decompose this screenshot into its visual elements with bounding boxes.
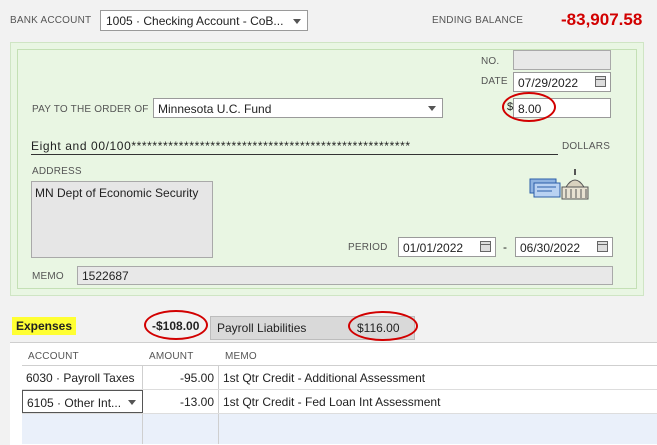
capitol-building-icon bbox=[528, 165, 592, 203]
calendar-icon[interactable] bbox=[597, 241, 608, 252]
row-amount[interactable]: -13.00 bbox=[143, 390, 219, 413]
row-account-value: 6105 · Other Int... bbox=[27, 396, 122, 410]
period-from-field[interactable]: 01/01/2022 bbox=[398, 237, 496, 257]
bank-account-select[interactable]: 1005 · Checking Account - CoB... bbox=[100, 10, 308, 31]
dropdown-caret-icon bbox=[428, 106, 436, 111]
payee-value: Minnesota U.C. Fund bbox=[158, 102, 272, 116]
row-memo[interactable]: 1st Qtr Credit - Additional Assessment bbox=[219, 366, 657, 389]
tab-expenses[interactable]: Expenses -$108.00 bbox=[10, 314, 210, 340]
row-account[interactable]: 6105 · Other Int... bbox=[22, 390, 143, 413]
amount-field[interactable]: 8.00 bbox=[513, 98, 611, 118]
period-to-value: 06/30/2022 bbox=[520, 241, 581, 255]
empty-table-row[interactable] bbox=[22, 414, 657, 444]
tab-expenses-label: Expenses bbox=[12, 317, 77, 335]
table-header: ACCOUNT AMOUNT MEMO bbox=[22, 343, 657, 366]
header-memo[interactable]: MEMO bbox=[225, 351, 257, 362]
calendar-icon[interactable] bbox=[595, 76, 606, 87]
column-divider bbox=[218, 414, 219, 444]
bank-account-value: 1005 · Checking Account - CoB... bbox=[106, 14, 284, 28]
address-label: ADDRESS bbox=[32, 166, 82, 177]
period-label: PERIOD bbox=[348, 242, 388, 253]
payee-select[interactable]: Minnesota U.C. Fund bbox=[153, 98, 443, 118]
memo-field[interactable]: 1522687 bbox=[77, 266, 613, 285]
header-amount[interactable]: AMOUNT bbox=[149, 351, 194, 362]
check-no-field[interactable] bbox=[513, 50, 611, 70]
dropdown-caret-icon bbox=[293, 18, 301, 24]
row-amount[interactable]: -95.00 bbox=[143, 366, 219, 389]
row-account[interactable]: 6030 · Payroll Taxes bbox=[22, 366, 143, 389]
tab-payroll-label: Payroll Liabilities bbox=[217, 321, 307, 335]
memo-value: 1522687 bbox=[82, 269, 129, 283]
ending-balance-label: ENDING BALANCE bbox=[432, 15, 524, 26]
dollars-label: DOLLARS bbox=[562, 141, 611, 152]
written-amount-line bbox=[31, 154, 558, 155]
tab-expenses-amount: -$108.00 bbox=[152, 319, 200, 333]
calendar-icon[interactable] bbox=[480, 241, 491, 252]
dropdown-caret-icon[interactable] bbox=[128, 399, 136, 405]
row-memo[interactable]: 1st Qtr Credit - Fed Loan Int Assessment bbox=[219, 390, 657, 413]
check-no-label: NO. bbox=[481, 56, 500, 67]
pay-to-label: PAY TO THE ORDER OF bbox=[32, 104, 149, 115]
written-amount: Eight and 00/100************************… bbox=[31, 139, 411, 153]
address-value: MN Dept of Economic Security bbox=[35, 186, 199, 200]
amount-value: 8.00 bbox=[518, 102, 542, 116]
period-to-field[interactable]: 06/30/2022 bbox=[515, 237, 613, 257]
memo-label: MEMO bbox=[32, 271, 64, 282]
date-field[interactable]: 07/29/2022 bbox=[513, 72, 611, 92]
date-value: 07/29/2022 bbox=[518, 76, 579, 90]
column-divider bbox=[142, 414, 143, 444]
table-row[interactable]: 6030 · Payroll Taxes -95.00 1st Qtr Cred… bbox=[22, 366, 657, 390]
table-row[interactable]: 6105 · Other Int... -13.00 1st Qtr Credi… bbox=[22, 390, 657, 414]
period-from-value: 01/01/2022 bbox=[403, 241, 464, 255]
tab-payroll-amount: $116.00 bbox=[357, 321, 400, 335]
address-field[interactable]: MN Dept of Economic Security bbox=[31, 181, 213, 258]
period-separator: - bbox=[503, 240, 507, 254]
date-label: DATE bbox=[481, 76, 508, 87]
bank-account-label: BANK ACCOUNT bbox=[10, 15, 92, 26]
header-account[interactable]: ACCOUNT bbox=[28, 351, 79, 362]
tab-payroll-liabilities[interactable]: Payroll Liabilities $116.00 bbox=[210, 316, 415, 340]
ending-balance-value: -83,907.58 bbox=[561, 10, 643, 29]
